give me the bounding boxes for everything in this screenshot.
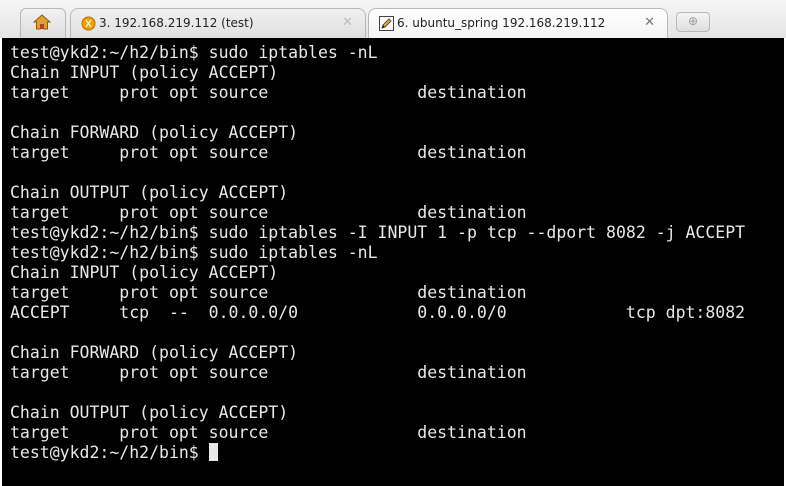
terminal-lines: test@ykd2:~/h2/bin$ sudo iptables -nL Cha…: [10, 43, 745, 463]
terminal-line: target prot opt source destination: [10, 203, 527, 222]
tab-title: 6. ubuntu_spring 192.168.219.112: [397, 16, 606, 30]
terminal-line: target prot opt source destination: [10, 83, 527, 102]
plus-icon: ⊕: [688, 14, 699, 28]
terminal-line: target prot opt source destination: [10, 283, 527, 302]
terminal-line: target prot opt source destination: [10, 423, 527, 442]
terminal-line: target prot opt source destination: [10, 363, 527, 382]
terminal-line: Chain OUTPUT (policy ACCEPT): [10, 183, 289, 202]
terminal-line: test@ykd2:~/h2/bin$ sudo iptables -nL: [10, 243, 378, 262]
pencil-icon: [379, 16, 394, 31]
close-icon[interactable]: ✕: [644, 15, 655, 30]
terminal-line: Chain FORWARD (policy ACCEPT): [10, 123, 299, 142]
home-icon: [33, 14, 51, 30]
terminal-prompt-line[interactable]: test@ykd2:~/h2/bin$: [10, 443, 745, 463]
tab-session-6[interactable]: 6. ubuntu_spring 192.168.219.112 ✕: [368, 8, 668, 38]
terminal-line: test@ykd2:~/h2/bin$ sudo iptables -I INP…: [10, 223, 746, 242]
new-tab-button[interactable]: ⊕: [676, 12, 710, 32]
tab-session-3[interactable]: 3. 192.168.219.112 (test) ✕: [70, 8, 366, 38]
status-dot-icon: [81, 16, 96, 31]
terminal-line: Chain OUTPUT (policy ACCEPT): [10, 403, 289, 422]
tab-title: 3. 192.168.219.112 (test): [99, 16, 254, 30]
terminal-line: Chain INPUT (policy ACCEPT): [10, 63, 279, 82]
terminal-line: Chain FORWARD (policy ACCEPT): [10, 343, 299, 362]
tab-bar: 3. 192.168.219.112 (test) ✕ 6. ubuntu_sp…: [0, 0, 786, 39]
home-tab[interactable]: [20, 8, 66, 39]
terminal-prompt: test@ykd2:~/h2/bin$: [10, 443, 209, 462]
terminal-line: Chain INPUT (policy ACCEPT): [10, 263, 279, 282]
terminal-line: ACCEPT tcp -- 0.0.0.0/0 0.0.0.0/0 tcp dp…: [10, 303, 746, 322]
close-icon[interactable]: ✕: [342, 15, 353, 30]
terminal-line: test@ykd2:~/h2/bin$ sudo iptables -nL: [10, 43, 378, 62]
terminal-line: target prot opt source destination: [10, 143, 527, 162]
terminal-cursor: [208, 443, 218, 461]
terminal-output[interactable]: test@ykd2:~/h2/bin$ sudo iptables -nL Cha…: [2, 38, 784, 486]
